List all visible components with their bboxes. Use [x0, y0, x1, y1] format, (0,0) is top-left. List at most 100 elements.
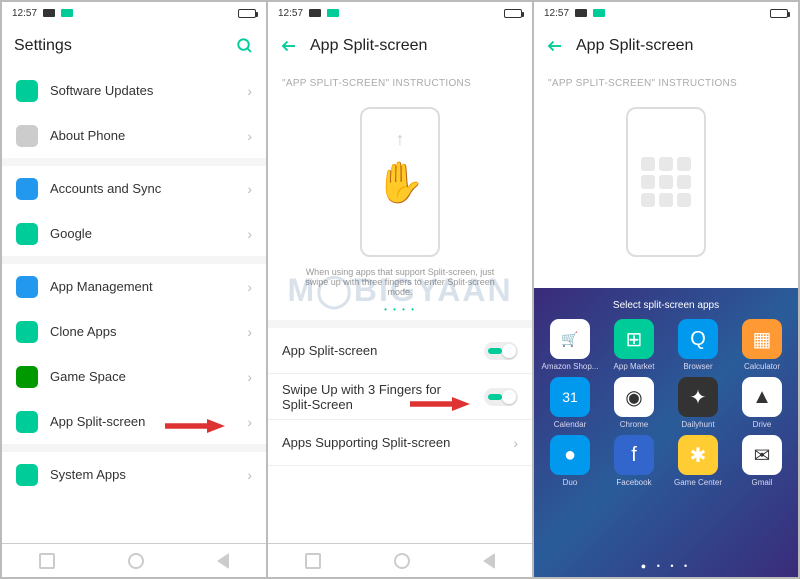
- phone-splitscreen-settings: 12:57 App Split-screen "APP SPLIT-SCREEN…: [268, 2, 532, 577]
- app-label: Game Center: [674, 478, 722, 487]
- settings-item[interactable]: App Management ›: [2, 264, 266, 309]
- app-launcher[interactable]: ✦Dailyhunt: [668, 377, 728, 429]
- toggle-switch[interactable]: [484, 388, 518, 406]
- separator: [268, 320, 532, 328]
- app-label: Drive: [753, 420, 772, 429]
- phone-illustration: [626, 107, 706, 257]
- back-icon[interactable]: [280, 37, 298, 55]
- settings-list: Software Updates›About Phone›Accounts an…: [2, 68, 266, 543]
- app-icon: ◉: [614, 377, 654, 417]
- battery-icon: [770, 9, 788, 18]
- status-bar: 12:57: [268, 2, 532, 24]
- nav-recent[interactable]: [39, 553, 55, 569]
- app-launcher[interactable]: ✉ Gmail: [732, 435, 792, 487]
- chevron-right-icon: ›: [247, 324, 252, 340]
- status-icon: [575, 9, 587, 17]
- option-item[interactable]: Apps Supporting Split-screen›: [268, 420, 532, 465]
- settings-item[interactable]: Google›: [2, 211, 266, 256]
- settings-item[interactable]: About Phone›: [2, 113, 266, 158]
- status-time: 12:57: [12, 8, 37, 19]
- page-dots: • • • •: [268, 305, 532, 320]
- settings-item[interactable]: Software Updates›: [2, 68, 266, 113]
- screenshot-container: M◯BIGYAAN 12:57 Settings Software Update…: [0, 0, 800, 579]
- separator: [2, 158, 266, 166]
- app-drawer: Select split-screen apps 🛒Amazon Shop...…: [534, 288, 798, 577]
- battery-icon: [504, 9, 522, 18]
- app-launcher[interactable]: ▦Calculator: [732, 319, 792, 371]
- app-icon: 31: [550, 377, 590, 417]
- nav-back[interactable]: [483, 553, 495, 569]
- item-label: About Phone: [50, 128, 125, 143]
- chevron-right-icon: ›: [513, 435, 518, 451]
- app-icon: [16, 276, 38, 298]
- app-launcher[interactable]: ●Duo: [540, 435, 600, 487]
- status-icon: [61, 9, 73, 17]
- app-launcher[interactable]: ✱ Game Center: [668, 435, 728, 487]
- toggle-switch[interactable]: [484, 342, 518, 360]
- nav-bar: [268, 543, 532, 577]
- nav-home[interactable]: [128, 553, 144, 569]
- app-launcher[interactable]: 🛒Amazon Shop...: [540, 319, 600, 371]
- settings-item[interactable]: Accounts and Sync›: [2, 166, 266, 211]
- app-icon: [16, 178, 38, 200]
- status-icon: [309, 9, 321, 17]
- app-launcher[interactable]: fFacebook: [604, 435, 664, 487]
- item-label: App Management: [50, 279, 153, 294]
- app-icon: ⊞: [614, 319, 654, 359]
- settings-item[interactable]: Clone Apps ›: [2, 309, 266, 354]
- nav-back[interactable]: [217, 553, 229, 569]
- app-icon: ✉: [742, 435, 782, 475]
- app-label: Calendar: [554, 420, 586, 429]
- search-icon[interactable]: [236, 37, 254, 55]
- illustration: [534, 97, 798, 267]
- app-label: Dailyhunt: [681, 420, 714, 429]
- status-time: 12:57: [278, 8, 303, 19]
- settings-item[interactable]: System Apps›: [2, 452, 266, 497]
- hand-icon: ✋: [375, 159, 425, 206]
- settings-item[interactable]: App Split-screen ›: [2, 399, 266, 444]
- item-label: Clone Apps: [50, 324, 117, 339]
- header: App Split-screen: [268, 24, 532, 68]
- header: Settings: [2, 24, 266, 68]
- nav-home[interactable]: [394, 553, 410, 569]
- app-launcher[interactable]: ◉Chrome: [604, 377, 664, 429]
- drawer-title: Select split-screen apps: [540, 296, 792, 319]
- status-icon: [327, 9, 339, 17]
- page-title: App Split-screen: [576, 37, 693, 55]
- app-launcher[interactable]: Q Browser: [668, 319, 728, 371]
- phone-app-drawer: 12:57 App Split-screen "APP SPLIT-SCREEN…: [534, 2, 798, 577]
- app-icon: Q: [678, 319, 718, 359]
- app-icon: ✱: [678, 435, 718, 475]
- app-label: Amazon Shop...: [542, 362, 599, 371]
- app-label: Calculator: [744, 362, 780, 371]
- app-label: Gmail: [752, 478, 773, 487]
- nav-recent[interactable]: [305, 553, 321, 569]
- settings-item[interactable]: Game Space›: [2, 354, 266, 399]
- chevron-right-icon: ›: [247, 414, 252, 430]
- app-icon: [16, 223, 38, 245]
- app-launcher[interactable]: 31 Calendar: [540, 377, 600, 429]
- arrow-up-icon: ↑: [396, 129, 405, 150]
- item-label: App Split-screen: [50, 414, 145, 429]
- app-icon: [16, 366, 38, 388]
- app-icon: [16, 80, 38, 102]
- app-label: Duo: [563, 478, 578, 487]
- app-icon: [16, 411, 38, 433]
- back-icon[interactable]: [546, 37, 564, 55]
- chevron-right-icon: ›: [247, 279, 252, 295]
- description: When using apps that support Split-scree…: [268, 267, 532, 305]
- app-launcher[interactable]: ▲Drive: [732, 377, 792, 429]
- phone-illustration: ↑ ✋: [360, 107, 440, 257]
- illustration: ↑ ✋: [268, 97, 532, 267]
- option-item[interactable]: Swipe Up with 3 Fingers for Split-Screen: [268, 374, 532, 419]
- page-title: Settings: [14, 37, 72, 55]
- option-item[interactable]: App Split-screen: [268, 328, 532, 373]
- instructions-label: "APP SPLIT-SCREEN" INSTRUCTIONS: [534, 68, 798, 97]
- status-icon: [43, 9, 55, 17]
- app-launcher[interactable]: ⊞App Market: [604, 319, 664, 371]
- options-list: App Split-screenSwipe Up with 3 Fingers …: [268, 328, 532, 543]
- item-label: Accounts and Sync: [50, 181, 161, 196]
- app-label: Browser: [683, 362, 712, 371]
- item-label: Google: [50, 226, 92, 241]
- app-icon: [16, 464, 38, 486]
